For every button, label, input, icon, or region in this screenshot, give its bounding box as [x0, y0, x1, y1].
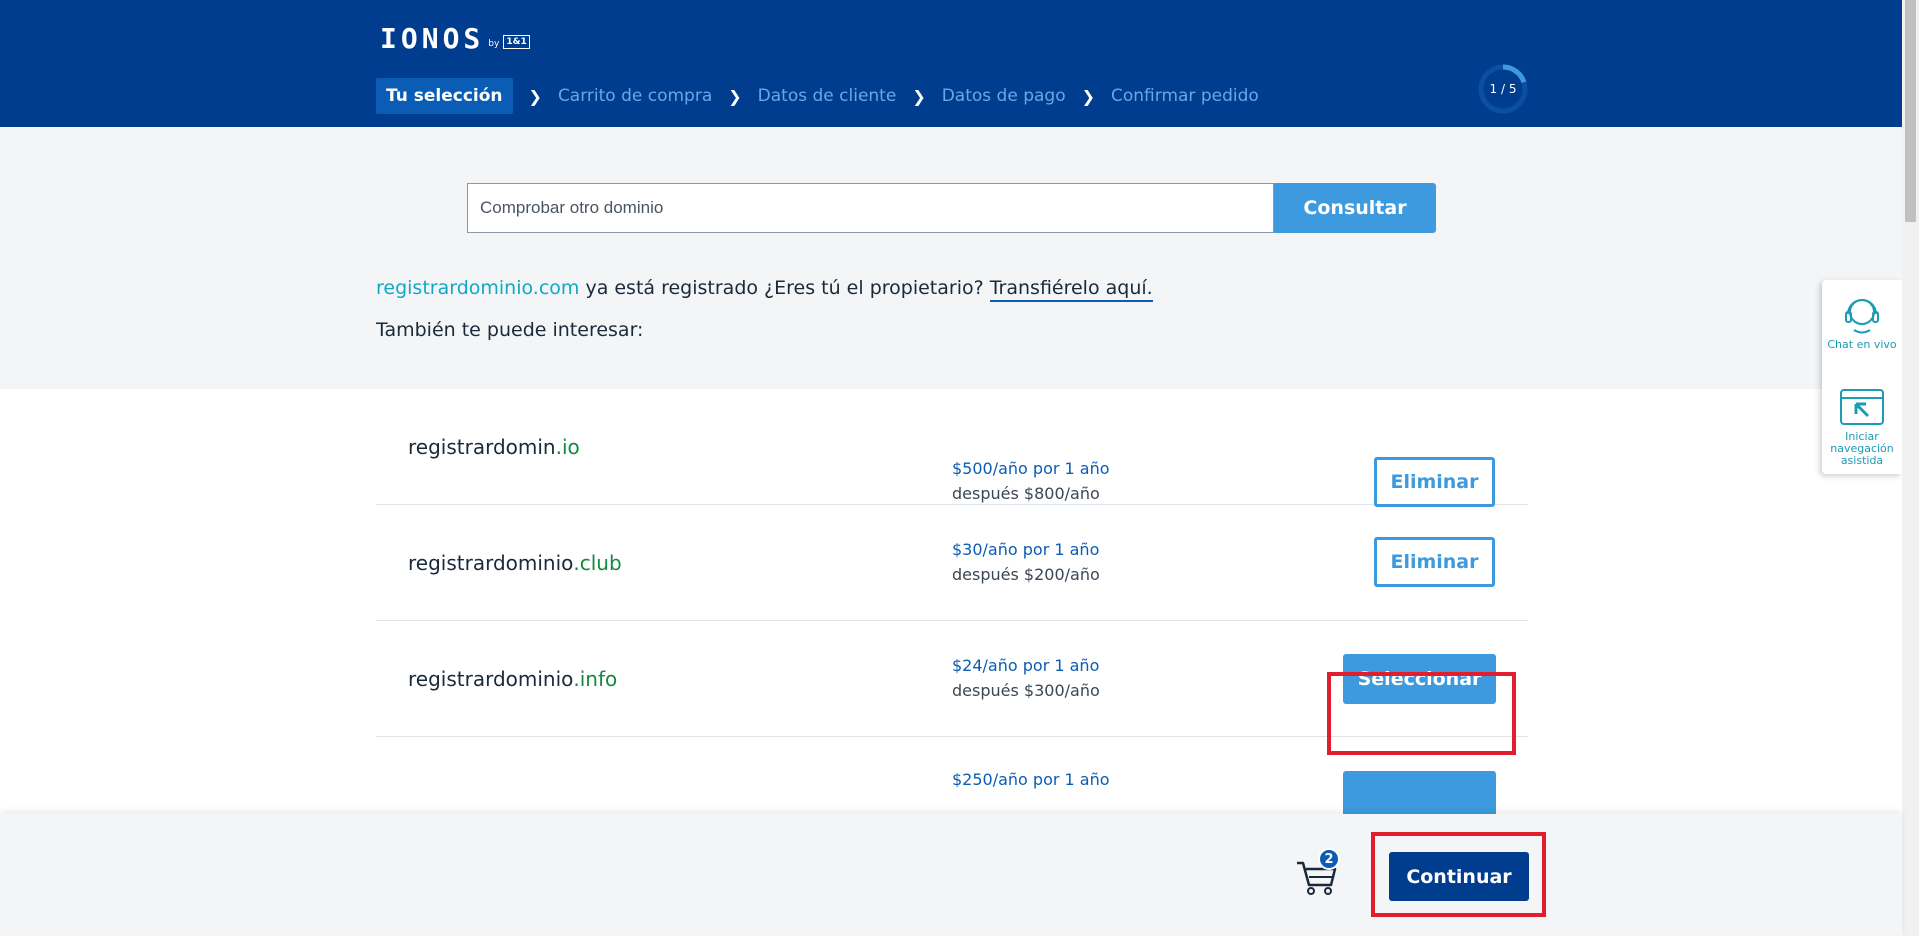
domain-status-message: registrardominio.com ya está registrado …: [376, 277, 1153, 302]
domain-base: registrardomin: [408, 435, 556, 459]
step-datos-pago[interactable]: Datos de pago: [942, 86, 1066, 106]
price-first-year: $500/año por 1 año: [952, 459, 1110, 478]
page-scrollbar[interactable]: [1902, 0, 1919, 936]
assist-label: Iniciar navegación asistida: [1830, 430, 1894, 467]
eliminar-button[interactable]: Eliminar: [1374, 537, 1495, 587]
domain-row: registrardominio .club $30/año por 1 año …: [376, 505, 1528, 621]
scrollbar-thumb[interactable]: [1905, 0, 1916, 222]
domain-search-section: Consultar registrardominio.com ya está r…: [0, 127, 1902, 389]
progress-text: 1 / 5: [1489, 82, 1517, 96]
transfer-link[interactable]: Transfiérelo aquí.: [989, 277, 1153, 302]
searched-domain-link[interactable]: registrardominio.com: [376, 277, 579, 299]
domain-base: registrardominio: [408, 667, 574, 691]
logo-text: IONOS: [380, 22, 485, 55]
headset-icon: [1845, 299, 1879, 334]
domain-tld: .club: [573, 551, 622, 575]
domain-search-input[interactable]: [467, 183, 1274, 233]
price-renewal: después $200/año: [952, 565, 1100, 584]
step-carrito[interactable]: Carrito de compra: [558, 86, 712, 106]
domain-tld: .info: [573, 667, 618, 691]
step-progress-ring: 1 / 5: [1477, 63, 1529, 115]
step-tu-seleccion[interactable]: Tu selección: [376, 78, 513, 114]
domain-price: $24/año por 1 año después $300/año: [952, 656, 1100, 700]
price-first-year: $250/año por 1 año: [952, 770, 1110, 789]
domain-tld: .io: [555, 435, 580, 459]
consultar-button[interactable]: Consultar: [1274, 183, 1436, 233]
cursor-window-icon: [1840, 389, 1884, 425]
chevron-right-icon: ❯: [528, 86, 542, 106]
top-header: IONOS by 1&1 Tu selección ❯ Carrito de c…: [0, 0, 1902, 127]
side-help-widget: Chat en vivo Iniciar navegación asistida: [1822, 280, 1902, 474]
chat-en-vivo-button[interactable]: Chat en vivo: [1822, 292, 1902, 351]
domain-row: registrardominio .info $24/año por 1 año …: [376, 621, 1528, 737]
domain-price: $500/año por 1 año después $800/año: [952, 459, 1110, 503]
price-first-year: $30/año por 1 año: [952, 540, 1100, 559]
domain-base: registrardominio: [408, 551, 574, 575]
domain-suggestions-list: registrardomin .io $500/año por 1 año des…: [376, 389, 1528, 853]
step-confirmar[interactable]: Confirmar pedido: [1111, 86, 1259, 106]
domain-price: $30/año por 1 año después $200/año: [952, 540, 1100, 584]
status-text: ya está registrado ¿Eres tú el propietar…: [579, 277, 990, 299]
chevron-right-icon: ❯: [1081, 86, 1096, 106]
navegacion-asistida-button[interactable]: Iniciar navegación asistida: [1822, 388, 1902, 467]
price-renewal: después $300/año: [952, 681, 1100, 700]
step-datos-cliente[interactable]: Datos de cliente: [758, 86, 897, 106]
chat-label: Chat en vivo: [1827, 338, 1897, 351]
domain-name: registrardomin .io: [408, 389, 580, 505]
logo-by-text: by: [488, 39, 500, 49]
checkout-steps: Tu selección ❯ Carrito de compra ❯ Datos…: [376, 78, 1259, 114]
seleccionar-button[interactable]: Seleccionar: [1343, 654, 1496, 704]
sticky-footer: [0, 814, 1902, 936]
continuar-button[interactable]: Continuar: [1389, 852, 1529, 901]
ionos-logo[interactable]: IONOS by 1&1: [380, 22, 530, 55]
domain-price: $250/año por 1 año: [952, 770, 1110, 789]
chevron-right-icon: ❯: [912, 86, 926, 106]
eliminar-button[interactable]: Eliminar: [1374, 457, 1495, 507]
logo-badge: 1&1: [503, 35, 530, 49]
price-renewal: después $800/año: [952, 484, 1100, 503]
domain-name: registrardominio .club: [408, 505, 622, 621]
domain-row: registrardomin .io $500/año por 1 año des…: [376, 389, 1528, 507]
cart-count-badge: 2: [1318, 848, 1340, 870]
domain-name: registrardominio .info: [408, 621, 617, 737]
suggestions-heading: También te puede interesar:: [376, 319, 644, 341]
price-first-year: $24/año por 1 año: [952, 656, 1100, 675]
chevron-right-icon: ❯: [728, 86, 742, 106]
